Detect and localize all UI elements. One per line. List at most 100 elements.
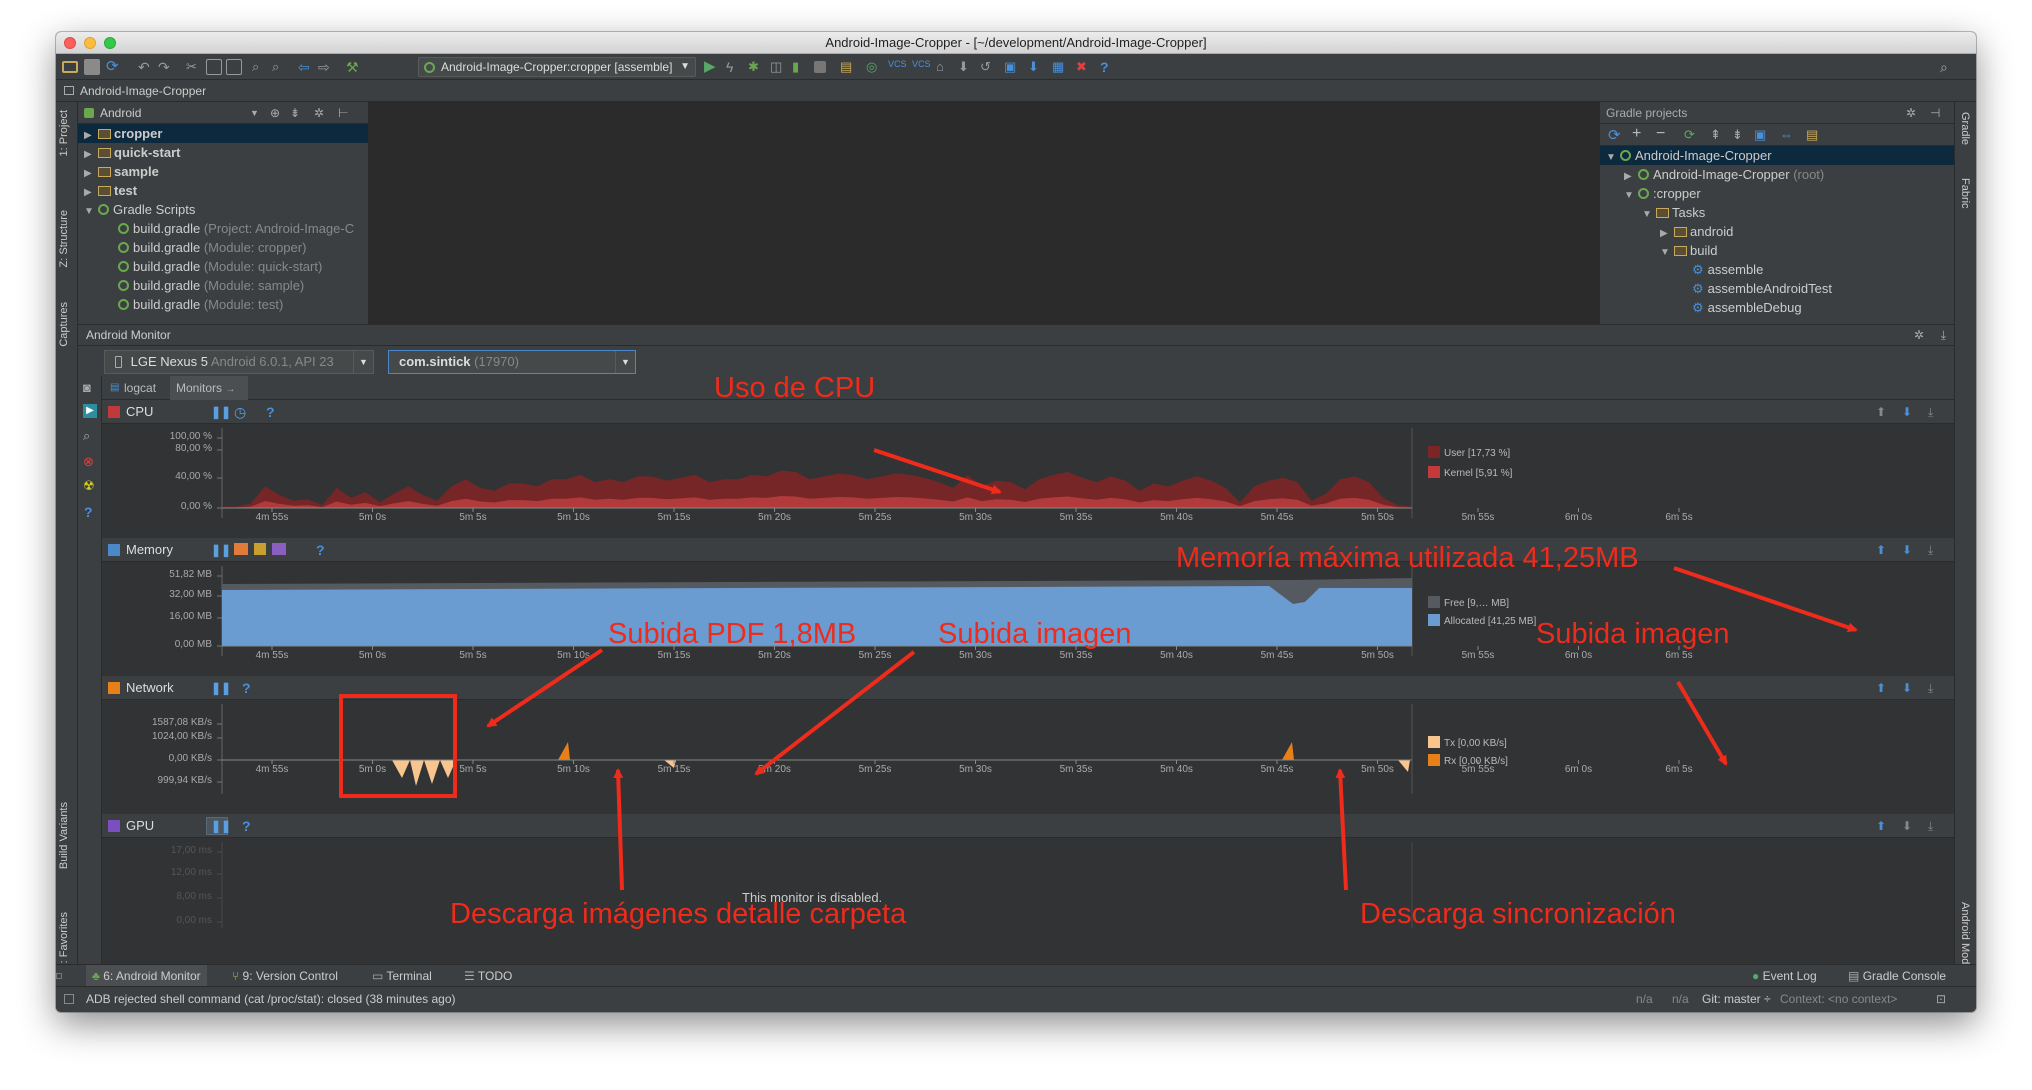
dump-heap-icon[interactable] (254, 543, 266, 555)
move-up-icon[interactable]: ⬆ (1876, 400, 1886, 424)
pause-icon[interactable]: ❚❚ (211, 544, 231, 556)
gradle-tree-item[interactable]: ⚙ assembleAndroidTest (1600, 279, 1954, 298)
project-tree-item[interactable]: ▶ quick-start (78, 143, 368, 162)
minimize-icon[interactable]: ⤓ (1928, 400, 1933, 424)
tab-gradle[interactable]: Gradle (1959, 112, 1971, 145)
screen-record-icon[interactable]: ▶ (83, 404, 97, 418)
refresh-icon[interactable]: ⟳ (1608, 126, 1621, 144)
move-down-icon[interactable]: ⬇ (1902, 676, 1912, 700)
project-tree-item[interactable]: build.gradle (Module: sample) (78, 276, 368, 295)
hide-panel-icon[interactable]: ⊣ (1930, 102, 1940, 124)
tab-logcat[interactable]: ▤ logcat (106, 376, 170, 400)
tab-captures[interactable]: Captures (58, 302, 70, 347)
tab-monitors[interactable]: Monitors → (170, 376, 248, 402)
cut-icon[interactable]: ✂ (186, 59, 202, 75)
tab-gradle-console[interactable]: ▤ Gradle Console (1848, 965, 1946, 987)
run-configuration-select[interactable]: Android-Image-Cropper:cropper [assemble]… (418, 57, 696, 77)
save-icon[interactable] (84, 59, 100, 75)
tab-android-model[interactable]: Android Model (1959, 902, 1971, 973)
gear-icon[interactable]: ✲ (1914, 325, 1924, 345)
find-icon[interactable]: ⌕ (252, 59, 268, 75)
pause-icon[interactable]: ❚❚ (211, 406, 231, 418)
tab-android-monitor[interactable]: ♣ 6: Android Monitor (86, 965, 207, 987)
gradle-tree-item[interactable]: ▼ Tasks (1600, 203, 1954, 222)
link-icon[interactable]: ▣ (1754, 127, 1766, 143)
avd-manager-icon[interactable]: ⌂ (936, 59, 952, 75)
toggle-offline-icon[interactable]: ⇔ (1780, 127, 1793, 142)
help-icon[interactable]: ? (242, 814, 251, 838)
move-down-icon[interactable]: ⬇ (1902, 538, 1912, 562)
gradle-tree-item[interactable]: ⚙ assembleDebug (1600, 298, 1954, 317)
paste-icon[interactable] (226, 59, 242, 75)
run-task-icon[interactable]: ⟳ (1684, 127, 1695, 143)
project-structure-icon[interactable]: ▣ (1004, 59, 1020, 75)
initiate-gc-icon[interactable] (234, 543, 248, 555)
help-icon[interactable]: ? (316, 538, 325, 562)
hide-panel-icon[interactable]: ⊢ (338, 102, 348, 124)
tab-project[interactable]: 1: Project (58, 110, 70, 156)
redo-icon[interactable]: ↷ (158, 59, 174, 75)
lock-icon[interactable]: ⊡ (1936, 987, 1946, 1011)
minimize-icon[interactable]: ⤓ (1928, 814, 1933, 838)
collapse-all-icon[interactable]: ⇟ (290, 102, 300, 124)
method-trace-icon[interactable]: ◷ (234, 400, 246, 424)
settings-icon[interactable]: ▤ (1806, 127, 1818, 143)
tab-version-control[interactable]: ⑂ 9: Version Control (232, 965, 338, 987)
device-select[interactable]: LGE Nexus 5 Android 6.0.1, API 23 ▼ (104, 350, 374, 374)
revert-icon[interactable]: ↺ (980, 59, 996, 75)
gradle-tree-item[interactable]: ▶ Android-Image-Cropper (root) (1600, 165, 1954, 184)
vcs-update-icon[interactable]: ◎ (866, 59, 882, 75)
copy-icon[interactable] (206, 59, 222, 75)
apply-changes-icon[interactable]: ϟ (726, 59, 742, 75)
move-down-icon[interactable]: ⬇ (1902, 814, 1912, 838)
minimize-window-button[interactable] (84, 37, 96, 49)
tab-event-log[interactable]: ● Event Log (1752, 965, 1817, 987)
gradle-tree-item[interactable]: ▼ Android-Image-Cropper (1600, 146, 1954, 165)
sync-gradle-icon[interactable]: ▤ (840, 59, 856, 75)
terminate-app-icon[interactable]: ⊗ (83, 454, 94, 470)
minimize-icon[interactable]: ⤓ (1928, 676, 1933, 700)
move-up-icon[interactable]: ⬆ (1876, 676, 1886, 700)
vcs-commit-icon[interactable]: VCS (888, 59, 907, 75)
move-up-icon[interactable]: ⬆ (1876, 814, 1886, 838)
stop-icon[interactable] (814, 61, 826, 73)
gear-icon[interactable]: ✲ (314, 102, 324, 124)
sdk-manager-icon[interactable]: ⬇ (958, 59, 974, 75)
move-down-icon[interactable]: ⬇ (1902, 400, 1912, 424)
profile-icon[interactable]: ▮ (792, 59, 808, 75)
breadcrumb[interactable]: Android-Image-Cropper (80, 80, 206, 102)
tab-structure[interactable]: Z: Structure (58, 210, 70, 267)
android-device-monitor-icon[interactable]: ⬇ (1028, 59, 1044, 75)
gradle-tree-item[interactable]: ▶ android (1600, 222, 1954, 241)
sync-scroll-icon[interactable]: ⊕ (270, 102, 280, 124)
plugin-icon[interactable]: ✖ (1076, 59, 1092, 75)
project-tree-item[interactable]: ▼ Gradle Scripts (78, 200, 368, 219)
project-tree-item[interactable]: build.gradle (Module: quick-start) (78, 257, 368, 276)
help-icon[interactable]: ? (1100, 59, 1116, 75)
tab-fabric[interactable]: Fabric (1959, 178, 1971, 209)
gradle-tree-item[interactable]: ▼:cropper (1600, 184, 1954, 203)
collapse-all-icon[interactable]: ⇟ (1732, 127, 1743, 143)
hide-panel-icon[interactable]: ⤓ (1941, 325, 1946, 345)
screenshot-icon[interactable]: ◙ (83, 380, 91, 395)
gradle-tree-item[interactable]: ▼ build (1600, 241, 1954, 260)
undo-icon[interactable]: ↶ (138, 59, 154, 75)
help-icon[interactable]: ? (266, 400, 275, 424)
allocation-tracking-icon[interactable] (272, 543, 286, 555)
debug-icon[interactable]: ✱ (748, 59, 764, 75)
status-toggle-icon[interactable] (64, 994, 74, 1004)
project-tree-item[interactable]: ▶ sample (78, 162, 368, 181)
hprof-icon[interactable]: ☢ (83, 478, 95, 494)
project-tree-item[interactable]: build.gradle (Module: test) (78, 295, 368, 314)
expand-all-icon[interactable]: ⇞ (1710, 127, 1721, 143)
pause-icon[interactable]: ❚❚ (206, 817, 231, 835)
move-up-icon[interactable]: ⬆ (1876, 538, 1886, 562)
toggle-tool-windows-icon[interactable] (56, 973, 62, 979)
tab-terminal[interactable]: ▭ Terminal (372, 965, 432, 987)
open-folder-icon[interactable] (62, 61, 78, 73)
sync-icon[interactable]: ⟳ (106, 59, 122, 75)
help-icon[interactable]: ? (242, 676, 251, 700)
run-icon[interactable]: ▶ (704, 59, 720, 75)
project-tree-item[interactable]: ▶ cropper (78, 124, 368, 143)
chevron-down-icon[interactable]: ▼ (250, 102, 259, 124)
